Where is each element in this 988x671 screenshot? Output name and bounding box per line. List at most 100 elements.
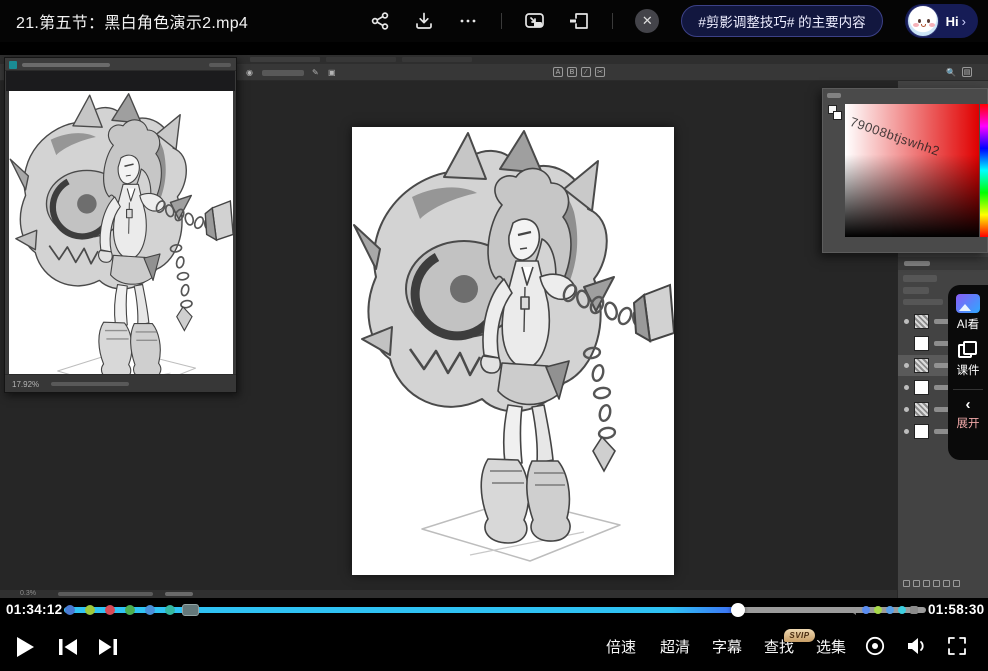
play-icon[interactable] (14, 635, 36, 659)
more-icon[interactable] (457, 10, 479, 32)
ps-layer-filter (903, 275, 937, 282)
previous-icon[interactable] (56, 637, 80, 657)
chapter-marker (85, 605, 95, 615)
ps-floating-titlebar (5, 58, 236, 71)
ps-tool-icon: ◉ (246, 68, 253, 78)
fullscreen-icon[interactable] (946, 635, 968, 657)
avatar-cheek (913, 23, 919, 27)
eye-icon (904, 407, 909, 412)
ps-doc-icon (9, 61, 17, 69)
courseware-button[interactable]: 课件 (957, 341, 980, 378)
chapter-marker (65, 605, 75, 615)
marker-arrow-icon (850, 607, 856, 615)
avatar-cheek (929, 23, 935, 27)
ps-floating-window: 17.92% (4, 57, 237, 393)
ps-layers-footer-icons (898, 580, 988, 592)
doc-info-bar (51, 382, 129, 386)
ps-floating-statusbar: 17.92% (5, 374, 236, 392)
courseware-label: 课件 (957, 362, 980, 378)
ps-pasteboard (6, 71, 235, 91)
assistant-label: Hi (946, 14, 959, 29)
ps-scrollbar (165, 592, 193, 596)
chapter-marker (125, 605, 135, 615)
divider (953, 389, 983, 390)
layer-thumbnail (914, 336, 929, 351)
video-title: 21.第五节：黑白角色演示2.mp4 (16, 9, 248, 33)
ps-document-tab (326, 57, 396, 62)
courseware-icon (958, 341, 978, 359)
divider (501, 13, 502, 29)
side-tool-pill: AI看 课件 ‹ 展开 (948, 285, 988, 460)
download-icon[interactable] (413, 10, 435, 32)
layer-thumbnail (914, 314, 929, 329)
ps-blend-mode (903, 287, 929, 294)
chapter-marker (105, 605, 115, 615)
ps-statusbar: 0.3% (0, 590, 897, 598)
hue-strip (980, 104, 988, 237)
current-time: 01:34:12 (6, 602, 62, 617)
ps-option-field (262, 70, 304, 76)
chevron-left-icon: ‹ (966, 398, 971, 412)
layer-thumbnail (914, 358, 929, 373)
chapter-marker (862, 606, 870, 614)
color-mode-label (827, 93, 841, 98)
eye-icon (904, 363, 909, 368)
ps-align-icon: A (553, 67, 563, 77)
expand-label: 展开 (957, 415, 980, 431)
episodes-button[interactable]: 选集 (816, 636, 846, 657)
character-artwork-zoomed (9, 91, 233, 374)
color-field: 79008btjswhh2 (845, 104, 979, 237)
ps-lock-row (903, 299, 943, 305)
pip-icon[interactable] (524, 10, 546, 32)
ps-color-picker: 79008btjswhh2 (822, 88, 988, 253)
layer-thumbnail (914, 380, 929, 395)
ai-view-button[interactable]: AI看 (956, 294, 980, 332)
record-icon[interactable] (864, 635, 886, 657)
seek-bar[interactable] (64, 598, 926, 622)
control-bar: 倍速 超清 字幕 查找 SVIP 选集 (0, 622, 988, 671)
share-icon[interactable] (369, 10, 391, 32)
ps-zoom-level: 0.3% (20, 590, 36, 598)
speed-button[interactable]: 倍速 (606, 636, 636, 657)
volume-icon[interactable] (904, 635, 928, 657)
avatar-mouth (921, 24, 926, 27)
chapter-marker (898, 606, 906, 614)
bg-color-swatch (833, 111, 842, 120)
watermark-text: 79008btjswhh2 (848, 114, 942, 159)
chapter-marker (145, 605, 155, 615)
next-icon[interactable] (96, 637, 120, 657)
assistant-pill[interactable]: Hi › (905, 4, 978, 38)
ps-layers-tab (904, 261, 930, 266)
ps-workspace-icon: ▤ (962, 67, 972, 77)
assistant-avatar (907, 5, 939, 37)
svip-badge: SVIP (784, 629, 815, 642)
ps-layers-header (898, 257, 988, 270)
avatar-eye (918, 19, 921, 23)
divider (612, 13, 613, 29)
chapter-marker-pill (182, 604, 199, 616)
video-frame[interactable]: ◉ ✎ ▣ A B ⁄ ✂ 🔍 ▤ (0, 42, 988, 598)
topic-tag-pill[interactable]: #剪影调整技巧# 的主要内容 (681, 5, 882, 37)
expand-button[interactable]: ‹ 展开 (957, 398, 980, 431)
top-bar: 21.第五节：黑白角色演示2.mp4 ✕ #剪影调整技巧# 的主要内容 (0, 0, 988, 42)
close-icon[interactable]: ✕ (635, 9, 659, 33)
playhead-handle[interactable] (731, 603, 745, 617)
quality-button[interactable]: 超清 (660, 636, 690, 657)
ps-option-icon: ✎ (312, 68, 319, 78)
window-buttons (209, 63, 231, 67)
ps-doc-info (58, 592, 153, 596)
ps-document-tab (250, 57, 320, 62)
ps-align-icon: ⁄ (581, 67, 591, 77)
zoom-level: 17.92% (12, 380, 39, 389)
eye-icon (904, 385, 909, 390)
total-time: 01:58:30 (928, 602, 984, 617)
ps-floating-canvas (9, 91, 233, 374)
top-bar-actions: ✕ #剪影调整技巧# 的主要内容 Hi › (369, 0, 978, 42)
eye-icon (904, 319, 909, 324)
progress-row: 01:34:12 01:58:30 (0, 598, 988, 622)
eye-icon (904, 429, 909, 434)
ps-main-canvas (352, 127, 674, 575)
ps-align-icon: ✂ (595, 67, 605, 77)
subtitles-button[interactable]: 字幕 (712, 636, 742, 657)
dock-window-icon[interactable] (568, 10, 590, 32)
